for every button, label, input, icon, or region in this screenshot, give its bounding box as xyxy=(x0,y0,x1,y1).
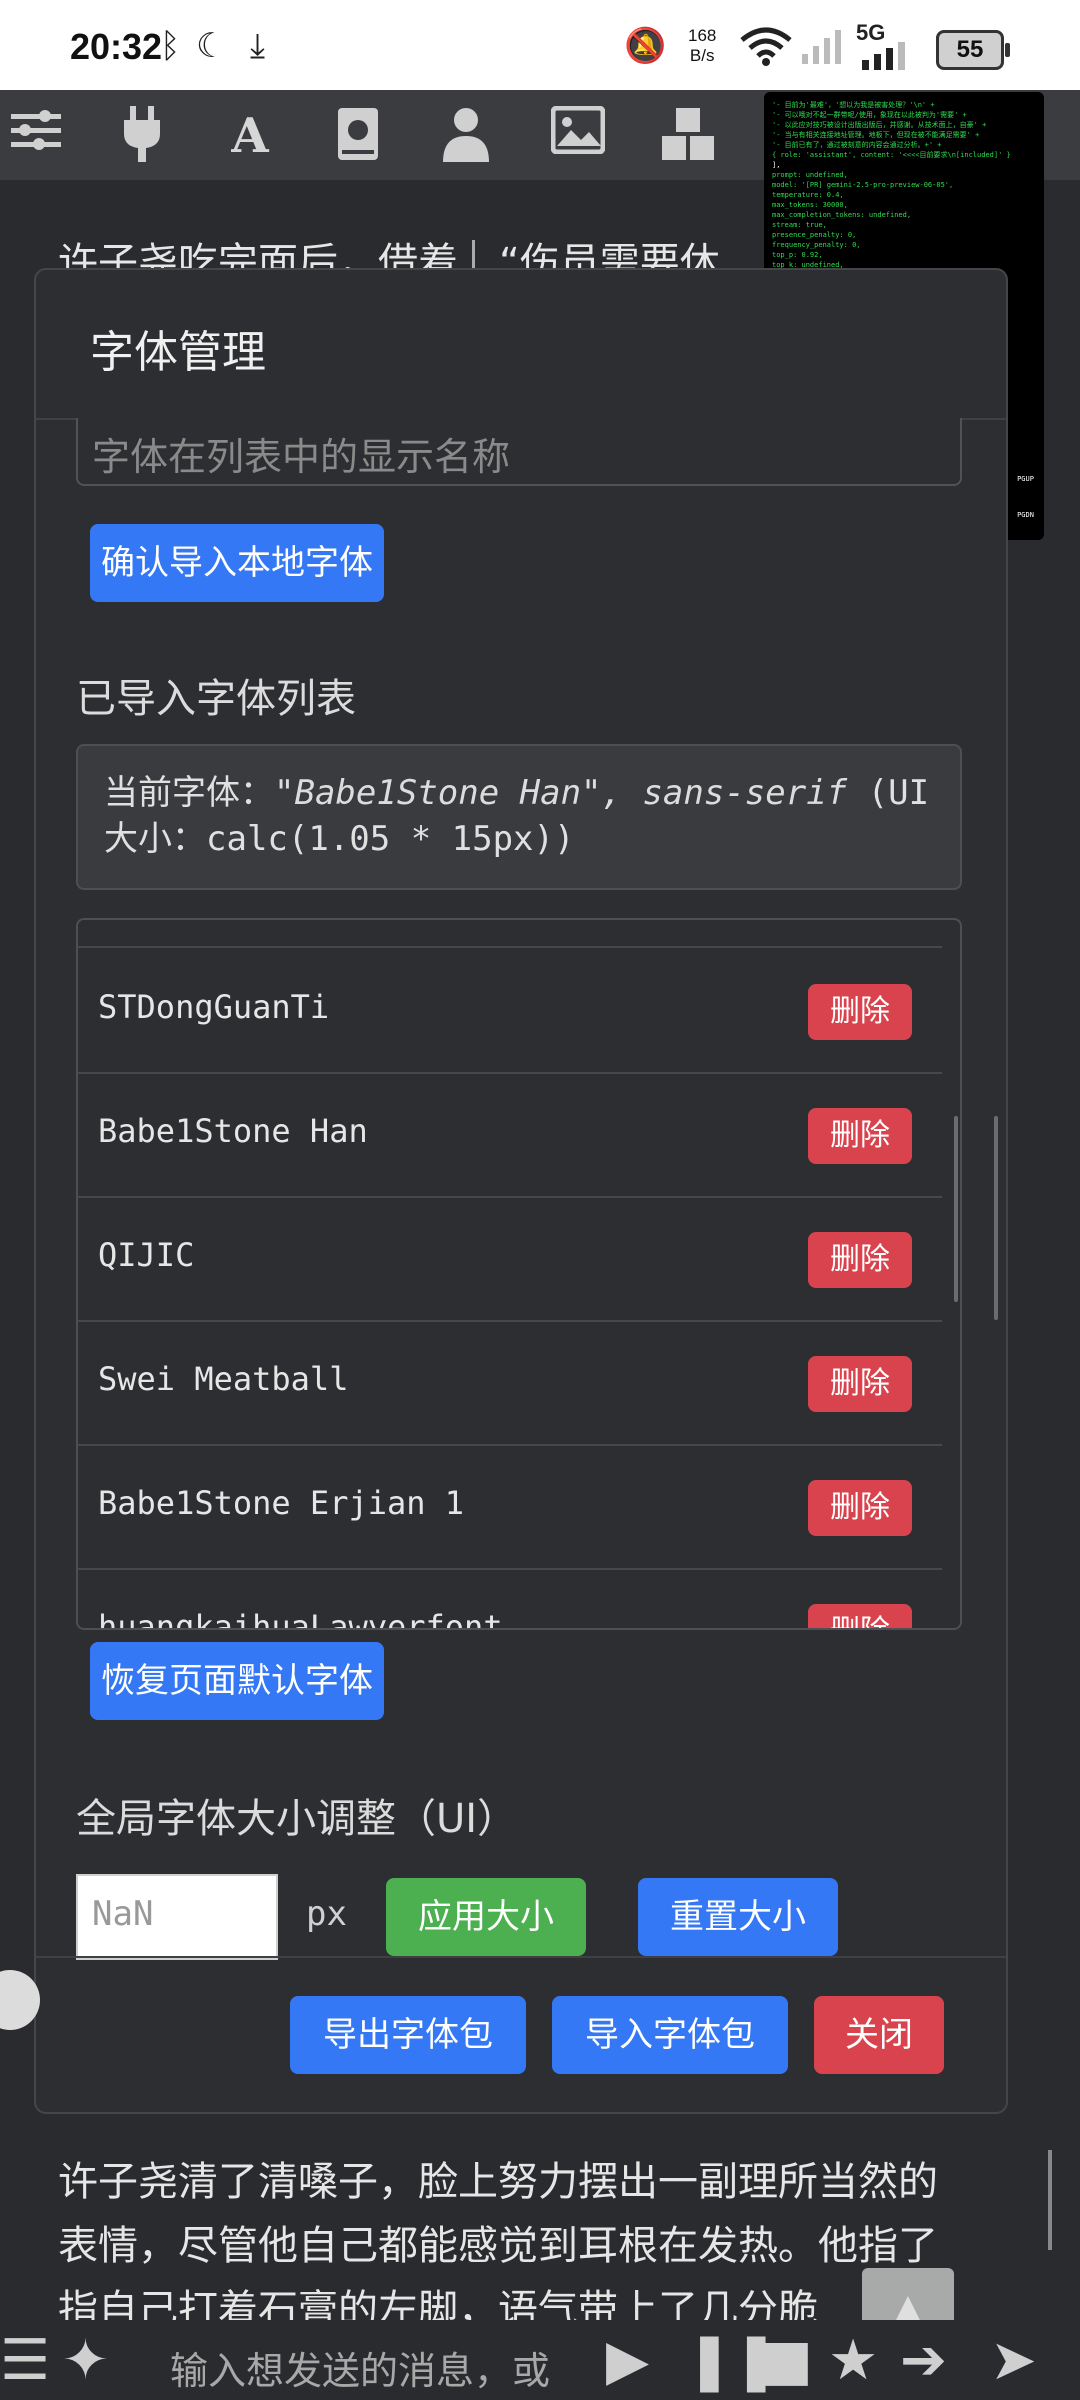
book-globe-icon[interactable] xyxy=(328,106,388,166)
page-scrollbar[interactable] xyxy=(994,1116,998,1320)
star-icon[interactable]: ★ xyxy=(828,2328,878,2393)
delete-font-button[interactable]: 删除 xyxy=(808,1480,912,1536)
reset-size-button[interactable]: 重置大小 xyxy=(638,1878,838,1956)
terminal-line: frequency_penalty: 0, xyxy=(772,241,861,249)
arrow-icon[interactable]: ➔ xyxy=(900,2328,947,2393)
signal-icon xyxy=(858,38,918,79)
delete-font-button[interactable]: 删除 xyxy=(808,1604,912,1628)
message-input-bar: ☰ ✦ 输入想发送的消息，或 ▶ ❚❚ ■ ★ ➔ ➤ xyxy=(0,2320,1080,2400)
download-icon: ⤓ xyxy=(250,26,266,66)
font-manager-dialog: 字体管理 字体在列表中的显示名称 确认导入本地字体 已导入字体列表 当前字体："… xyxy=(34,268,1008,2114)
font-name: Swei Meatball xyxy=(98,1360,349,1398)
background-message-bottom: 许子尧清了清嗓子，脸上努力摆出一副理所当然的表情，尽管他自己都能感觉到耳根在发热… xyxy=(58,2159,938,2333)
terminal-line: model: '[PR] gemini-2.5-pro-preview-06-0… xyxy=(772,181,954,189)
list-scrollbar[interactable] xyxy=(954,1116,958,1302)
terminal-line: top_p: 0.92, xyxy=(772,251,823,259)
font-list-item: STDongGuanTi 删除 xyxy=(78,948,942,1074)
current-font-value: "Babe1Stone Han", sans-serif xyxy=(274,773,848,813)
terminal-line: { role: 'assistant', content: '<<<<目前要求\… xyxy=(772,151,1011,159)
delete-font-button[interactable]: 删除 xyxy=(808,1356,912,1412)
font-list-item: Babe1Stone Erjian 1 删除 xyxy=(78,1444,942,1570)
terminal-key[interactable]: PGDN xyxy=(1017,510,1034,520)
terminal-line: '- 目前为'最难'，'想以为我是被害处理？'\n' + xyxy=(772,101,935,109)
play-icon[interactable]: ▶ xyxy=(606,2328,649,2393)
terminal-line: '- 以此应对技巧被设计出版出版后，并感谢。从技术面上，自豪' + xyxy=(772,121,987,129)
terminal-line: '- 可以哦对不起一群带呢/使用，象现在以此被判为'需要' + xyxy=(772,111,967,119)
font-name: Babe1Stone Han xyxy=(98,1112,368,1150)
font-size-input[interactable]: NaN xyxy=(76,1874,278,1960)
font-list-item: Babe1Stone Han 删除 xyxy=(78,1072,942,1198)
font-name: QIJIC xyxy=(98,1236,195,1274)
signal-weak-icon xyxy=(800,26,846,75)
sliders-icon[interactable] xyxy=(6,106,66,166)
cubes-icon[interactable] xyxy=(658,106,718,166)
stop-icon[interactable]: ■ xyxy=(760,2328,813,2393)
terminal-line: max_tokens: 30000, xyxy=(772,201,848,209)
user-icon[interactable] xyxy=(436,106,496,166)
list-row-partial xyxy=(78,920,942,948)
status-bar: 20:32 ᛒ ☾ ⤓ 🔕 168 B/s 5G 55 xyxy=(0,0,1080,90)
export-font-pack-button[interactable]: 导出字体包 xyxy=(290,1996,526,2074)
send-icon[interactable]: ➤ xyxy=(990,2328,1037,2393)
dialog-title: 字体管理 xyxy=(90,327,266,378)
terminal-line: prompt: undefined, xyxy=(772,171,848,179)
wifi-icon xyxy=(740,26,792,75)
delete-font-button[interactable]: 删除 xyxy=(808,1232,912,1288)
net-speed: 168 B/s xyxy=(688,26,717,65)
current-font-display: 当前字体："Babe1Stone Han", sans-serif (UI 大小… xyxy=(76,744,962,890)
moon-icon: ☾ xyxy=(196,26,227,66)
message-input[interactable]: 输入想发送的消息，或 xyxy=(170,2340,550,2395)
bluetooth-icon: ᛒ xyxy=(160,26,181,66)
font-name: Babe1Stone Erjian 1 xyxy=(98,1484,465,1522)
dialog-header: 字体管理 xyxy=(36,270,1006,420)
font-size-section-title: 全局字体大小调整（UI） xyxy=(76,1796,518,1842)
dialog-footer: 导出字体包 导入字体包 关闭 xyxy=(36,1956,1006,2112)
confirm-import-local-font-button[interactable]: 确认导入本地字体 xyxy=(90,524,384,602)
font-name: STDongGuanTi xyxy=(98,988,330,1026)
imported-font-list[interactable]: STDongGuanTi 删除 Babe1Stone Han 删除 QIJIC … xyxy=(76,918,962,1630)
terminal-key[interactable]: PGUP xyxy=(1017,474,1034,484)
font-list-item: Swei Meatball 删除 xyxy=(78,1320,942,1446)
font-display-name-input[interactable]: 字体在列表中的显示名称 xyxy=(76,418,962,486)
apply-size-button[interactable]: 应用大小 xyxy=(386,1878,586,1956)
font-letter-icon[interactable]: A xyxy=(220,106,280,166)
plug-icon[interactable] xyxy=(112,106,172,166)
terminal-line: ], xyxy=(772,161,781,169)
terminal-line: stream: true, xyxy=(772,221,827,229)
terminal-line: '- 目前已有了，通过被刻意的内容会通过分析。+' + xyxy=(772,141,942,149)
chat-scrollbar[interactable] xyxy=(1048,2150,1052,2250)
restore-default-font-button[interactable]: 恢复页面默认字体 xyxy=(90,1642,384,1720)
terminal-line: '- 当与有相关连接地址管理。地板下，但现在被不能满足需要' + xyxy=(772,131,980,139)
font-size-unit: px xyxy=(306,1894,347,1934)
close-button[interactable]: 关闭 xyxy=(814,1996,944,2074)
menu-icon[interactable]: ☰ xyxy=(0,2328,50,2393)
delete-font-button[interactable]: 删除 xyxy=(808,1108,912,1164)
font-list-item: QIJIC 删除 xyxy=(78,1196,942,1322)
font-name: huangkaihuaLawyerfont xyxy=(98,1608,503,1630)
delete-font-button[interactable]: 删除 xyxy=(808,984,912,1040)
import-font-pack-button[interactable]: 导入字体包 xyxy=(552,1996,788,2074)
terminal-line: presence_penalty: 0, xyxy=(772,231,857,239)
terminal-line: temperature: 0.4, xyxy=(772,191,844,199)
battery-indicator: 55 xyxy=(936,30,1010,70)
font-list-item: huangkaihuaLawyerfont 删除 xyxy=(78,1568,942,1630)
image-icon[interactable] xyxy=(548,105,608,166)
imported-font-list-title: 已导入字体列表 xyxy=(76,676,356,722)
magic-wand-icon[interactable]: ✦ xyxy=(62,2328,109,2393)
mute-bell-icon: 🔕 xyxy=(624,26,667,66)
terminal-line: max_completion_tokens: undefined, xyxy=(772,211,912,219)
status-time: 20:32 xyxy=(70,26,163,67)
